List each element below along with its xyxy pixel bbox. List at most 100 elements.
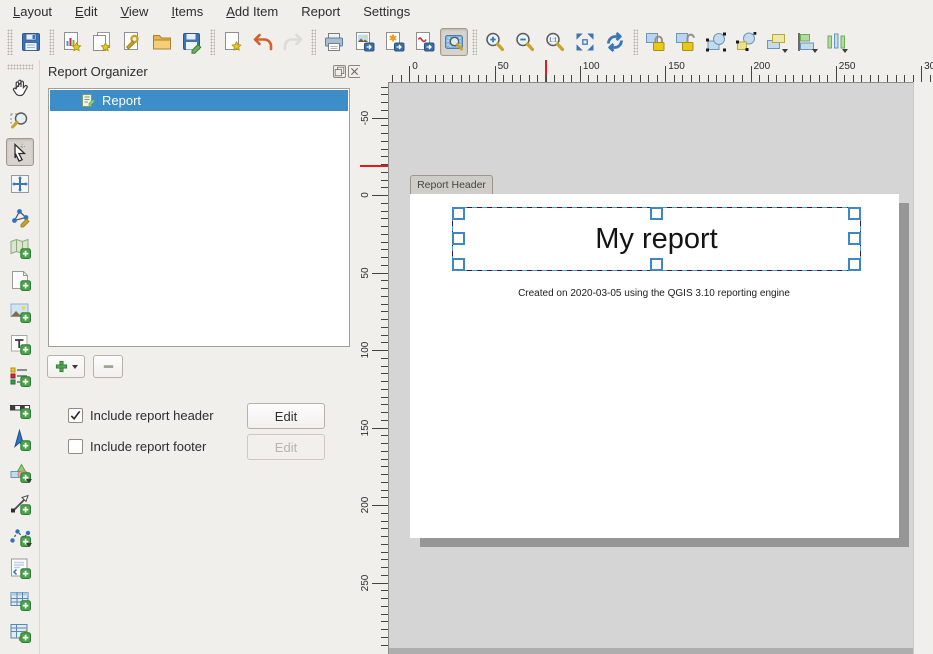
add-label-button[interactable] (6, 330, 34, 358)
export-image-icon (352, 30, 376, 54)
menu-items[interactable]: Items (162, 1, 212, 23)
selection-handle-top-middle[interactable] (650, 207, 663, 220)
tree-item-report[interactable]: Report (50, 90, 348, 111)
add-north-arrow-button[interactable] (6, 426, 34, 454)
ruler-tick (554, 75, 555, 82)
select-move-item-tool-button[interactable] (6, 138, 34, 166)
edit-header-button[interactable]: Edit (247, 403, 325, 429)
export-image-button[interactable] (350, 28, 378, 56)
ruler-tick (381, 265, 388, 266)
menu-view[interactable]: View (111, 1, 157, 23)
horizontal-ruler[interactable]: 050100150200250300 (388, 60, 933, 82)
menu-edit[interactable]: Edit (66, 1, 106, 23)
toolbar-drag-handle[interactable] (7, 64, 33, 70)
add-section-button[interactable] (47, 355, 85, 378)
export-pdf-button[interactable] (410, 28, 438, 56)
report-tree[interactable]: Report (48, 88, 350, 347)
export-svg-icon (382, 30, 406, 54)
add-map-button[interactable] (6, 234, 34, 262)
open-layout-button[interactable] (148, 28, 176, 56)
menu-report[interactable]: Report (292, 1, 349, 23)
print-button[interactable] (320, 28, 348, 56)
save-as-template-button[interactable] (178, 28, 206, 56)
add-shape-button[interactable] (6, 458, 34, 486)
menu-layout[interactable]: Layout (4, 1, 61, 23)
ruler-tick (571, 75, 572, 82)
ruler-tick (426, 75, 427, 82)
ungroup-icon (734, 30, 758, 54)
selection-handle-bottom-right[interactable] (848, 258, 861, 271)
add-arrow-button[interactable] (6, 490, 34, 518)
ruler-tick (785, 75, 786, 82)
align-items-button[interactable] (792, 28, 820, 56)
ruler-tick (381, 249, 388, 250)
redo-button[interactable] (279, 28, 307, 56)
ruler-tick (381, 397, 388, 398)
layout-canvas[interactable]: Report Header My report Created on 2020-… (388, 82, 913, 654)
zoom-actual-button[interactable]: 1:1 (541, 28, 569, 56)
raise-items-button[interactable] (762, 28, 790, 56)
ruler-tick (381, 187, 388, 188)
add-picture-button[interactable] (6, 298, 34, 326)
remove-section-button[interactable] (93, 355, 123, 378)
menu-add-item[interactable]: Add Item (217, 1, 287, 23)
minus-icon (101, 359, 116, 374)
export-svg-button[interactable] (380, 28, 408, 56)
distribute-items-button[interactable] (822, 28, 850, 56)
add-scalebar-button[interactable] (6, 394, 34, 422)
group-items-button[interactable] (702, 28, 730, 56)
refresh-view-button[interactable] (601, 28, 629, 56)
edit-footer-button[interactable]: Edit (247, 434, 325, 460)
add-attribute-table-button[interactable] (6, 586, 34, 614)
include-report-footer-checkbox[interactable] (68, 439, 83, 454)
zoom-in-button[interactable] (481, 28, 509, 56)
selection-handle-bottom-middle[interactable] (650, 258, 663, 271)
vertical-ruler[interactable]: -50050100150200250 (360, 82, 388, 654)
duplicate-report-button[interactable] (88, 28, 116, 56)
refresh-icon (603, 30, 627, 54)
menu-settings[interactable]: Settings (354, 1, 419, 23)
add-3d-map-button[interactable] (6, 266, 34, 294)
ruler-tick (381, 459, 388, 460)
lock-items-button[interactable] (642, 28, 670, 56)
pan-icon (8, 76, 32, 100)
check-icon (69, 409, 82, 422)
ruler-tick (381, 420, 388, 421)
ruler-tick (381, 435, 388, 436)
edit-nodes-item-tool-button[interactable] (6, 202, 34, 230)
ruler-tick (381, 226, 388, 227)
ruler-tick (878, 75, 879, 82)
toolbar-drag-handle[interactable] (7, 29, 13, 55)
layout-manager-button[interactable] (118, 28, 146, 56)
add-html-button[interactable] (6, 554, 34, 582)
selection-handle-middle-left[interactable] (452, 232, 465, 245)
new-report-button[interactable] (58, 28, 86, 56)
pan-tool-button[interactable] (6, 74, 34, 102)
move-item-content-tool-button[interactable] (6, 170, 34, 198)
add-fixed-table-button[interactable] (6, 618, 34, 646)
ungroup-items-button[interactable] (732, 28, 760, 56)
selection-handle-top-right[interactable] (848, 207, 861, 220)
include-report-header-checkbox[interactable] (68, 408, 83, 423)
zoom-region-tool-button[interactable] (6, 106, 34, 134)
include-report-header-label: Include report header (90, 403, 214, 429)
zoom-full-button[interactable] (571, 28, 599, 56)
save-project-button[interactable] (17, 28, 45, 56)
selection-handle-bottom-left[interactable] (452, 258, 465, 271)
tree-item-label: Report (102, 93, 141, 108)
selection-handle-middle-right[interactable] (848, 232, 861, 245)
add-pages-button[interactable] (219, 28, 247, 56)
zoom-out-button[interactable] (511, 28, 539, 56)
panel-float-button[interactable] (333, 65, 346, 78)
ruler-tick (381, 544, 388, 545)
horizontal-scrollbar[interactable] (389, 648, 913, 654)
zoom-actual-icon: 1:1 (543, 30, 567, 54)
selection-handle-top-left[interactable] (452, 207, 465, 220)
add-node-item-button[interactable] (6, 522, 34, 550)
report-header-tab[interactable]: Report Header (410, 175, 493, 194)
undo-button[interactable] (249, 28, 277, 56)
undo-icon (251, 30, 275, 54)
zoom-tool-button[interactable] (440, 28, 468, 56)
add-legend-button[interactable] (6, 362, 34, 390)
unlock-items-button[interactable] (672, 28, 700, 56)
